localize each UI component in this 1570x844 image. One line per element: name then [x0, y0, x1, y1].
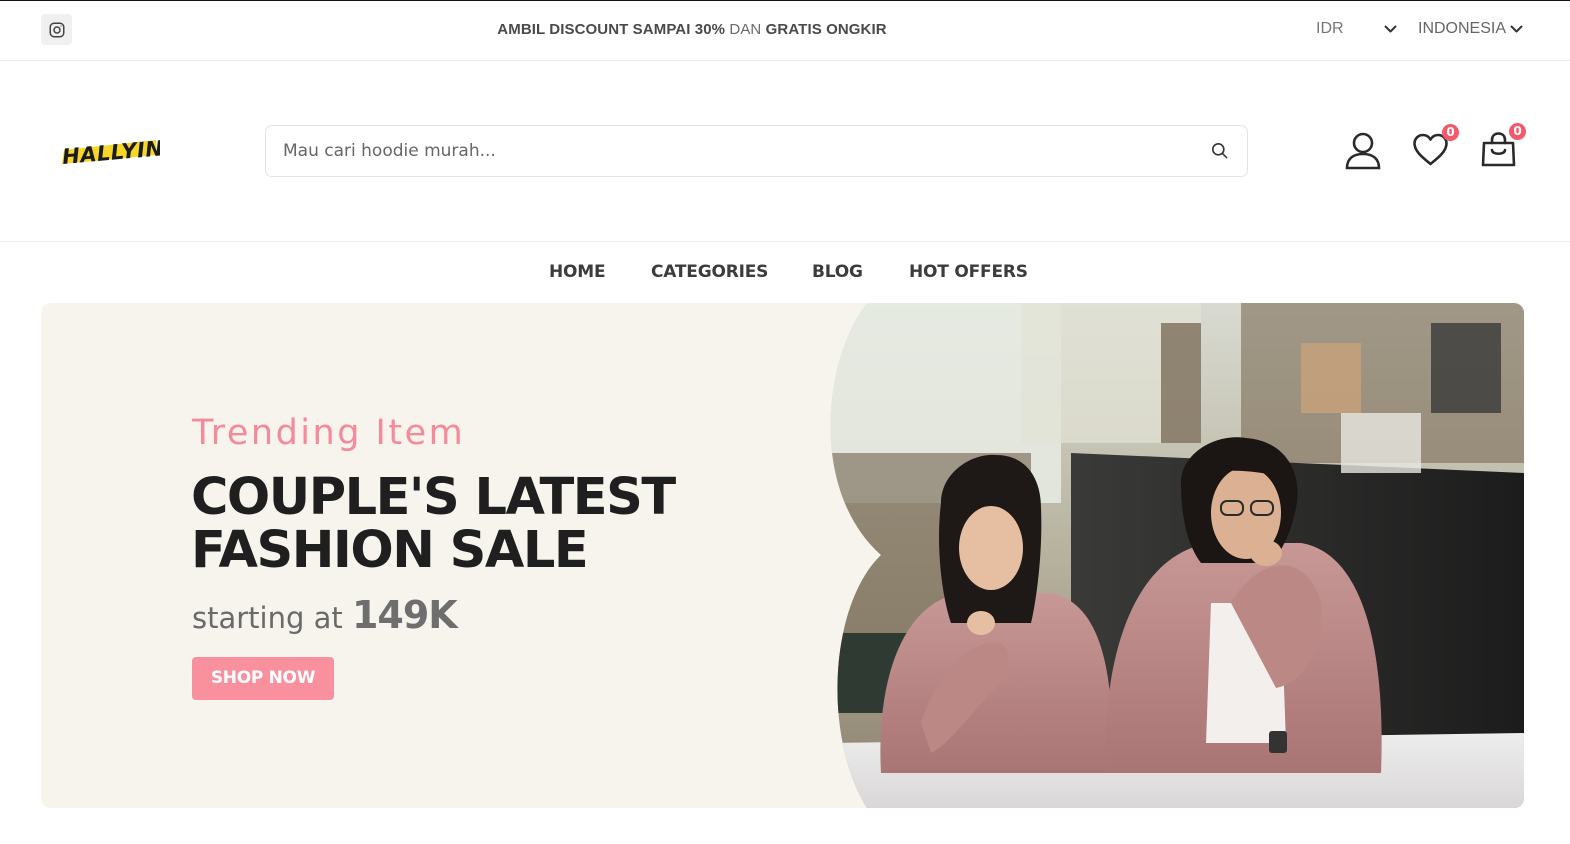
language-label: INDONESIA: [1418, 20, 1507, 37]
price-value: 149K: [351, 593, 458, 637]
main-navigation: HOME CATEGORIES BLOG HOT OFFERS: [0, 262, 1570, 286]
hero-banner: Trending Item COUPLE'S LATEST FASHION SA…: [41, 303, 1524, 808]
cart-button[interactable]: 0: [1480, 123, 1530, 171]
chevron-down-icon: [1510, 25, 1523, 32]
search-icon[interactable]: [1210, 141, 1229, 160]
cart-count-badge: 0: [1509, 123, 1526, 140]
nav-item-hot-offers[interactable]: HOT OFFERS: [909, 262, 1028, 282]
currency-selector[interactable]: IDR: [1316, 20, 1344, 38]
language-selector[interactable]: INDONESIA: [1418, 20, 1523, 38]
search-bar: [265, 125, 1248, 177]
announcement-bar: AMBIL DISCOUNT SAMPAI 30% DAN GRATIS ONG…: [0, 1, 1570, 61]
hero-headline: COUPLE'S LATEST FASHION SALE: [191, 471, 711, 577]
nav-divider: [0, 241, 1570, 242]
brand-logo-mark: HALLYIN: [61, 136, 164, 169]
nav-item-blog[interactable]: BLOG: [812, 262, 863, 282]
brand-logo[interactable]: HALLYIN: [58, 134, 164, 169]
promo-part-3: GRATIS ONGKIR: [765, 21, 887, 38]
hero-eyebrow: Trending Item: [192, 413, 466, 453]
price-prefix: starting at: [192, 601, 343, 635]
hero-headline-line-1: COUPLE'S LATEST: [191, 468, 676, 527]
nav-item-home[interactable]: HOME: [549, 262, 606, 282]
hero-price: starting at 149K: [192, 593, 458, 637]
wishlist-button[interactable]: 0: [1412, 124, 1462, 170]
brand-logo-text: HALLYIN: [61, 136, 160, 168]
promo-part-2: DAN: [729, 21, 762, 38]
search-input[interactable]: [283, 126, 1183, 176]
chevron-down-icon[interactable]: [1384, 25, 1397, 34]
user-account-icon[interactable]: [1344, 131, 1382, 171]
hero-headline-line-2: FASHION SALE: [191, 521, 589, 580]
shop-now-button[interactable]: SHOP NOW: [192, 657, 334, 700]
promo-part-1: AMBIL DISCOUNT SAMPAI 30%: [497, 21, 726, 38]
wishlist-count-badge: 0: [1442, 124, 1459, 141]
nav-item-categories[interactable]: CATEGORIES: [651, 262, 768, 282]
promo-message: AMBIL DISCOUNT SAMPAI 30% DAN GRATIS ONG…: [0, 21, 1384, 38]
